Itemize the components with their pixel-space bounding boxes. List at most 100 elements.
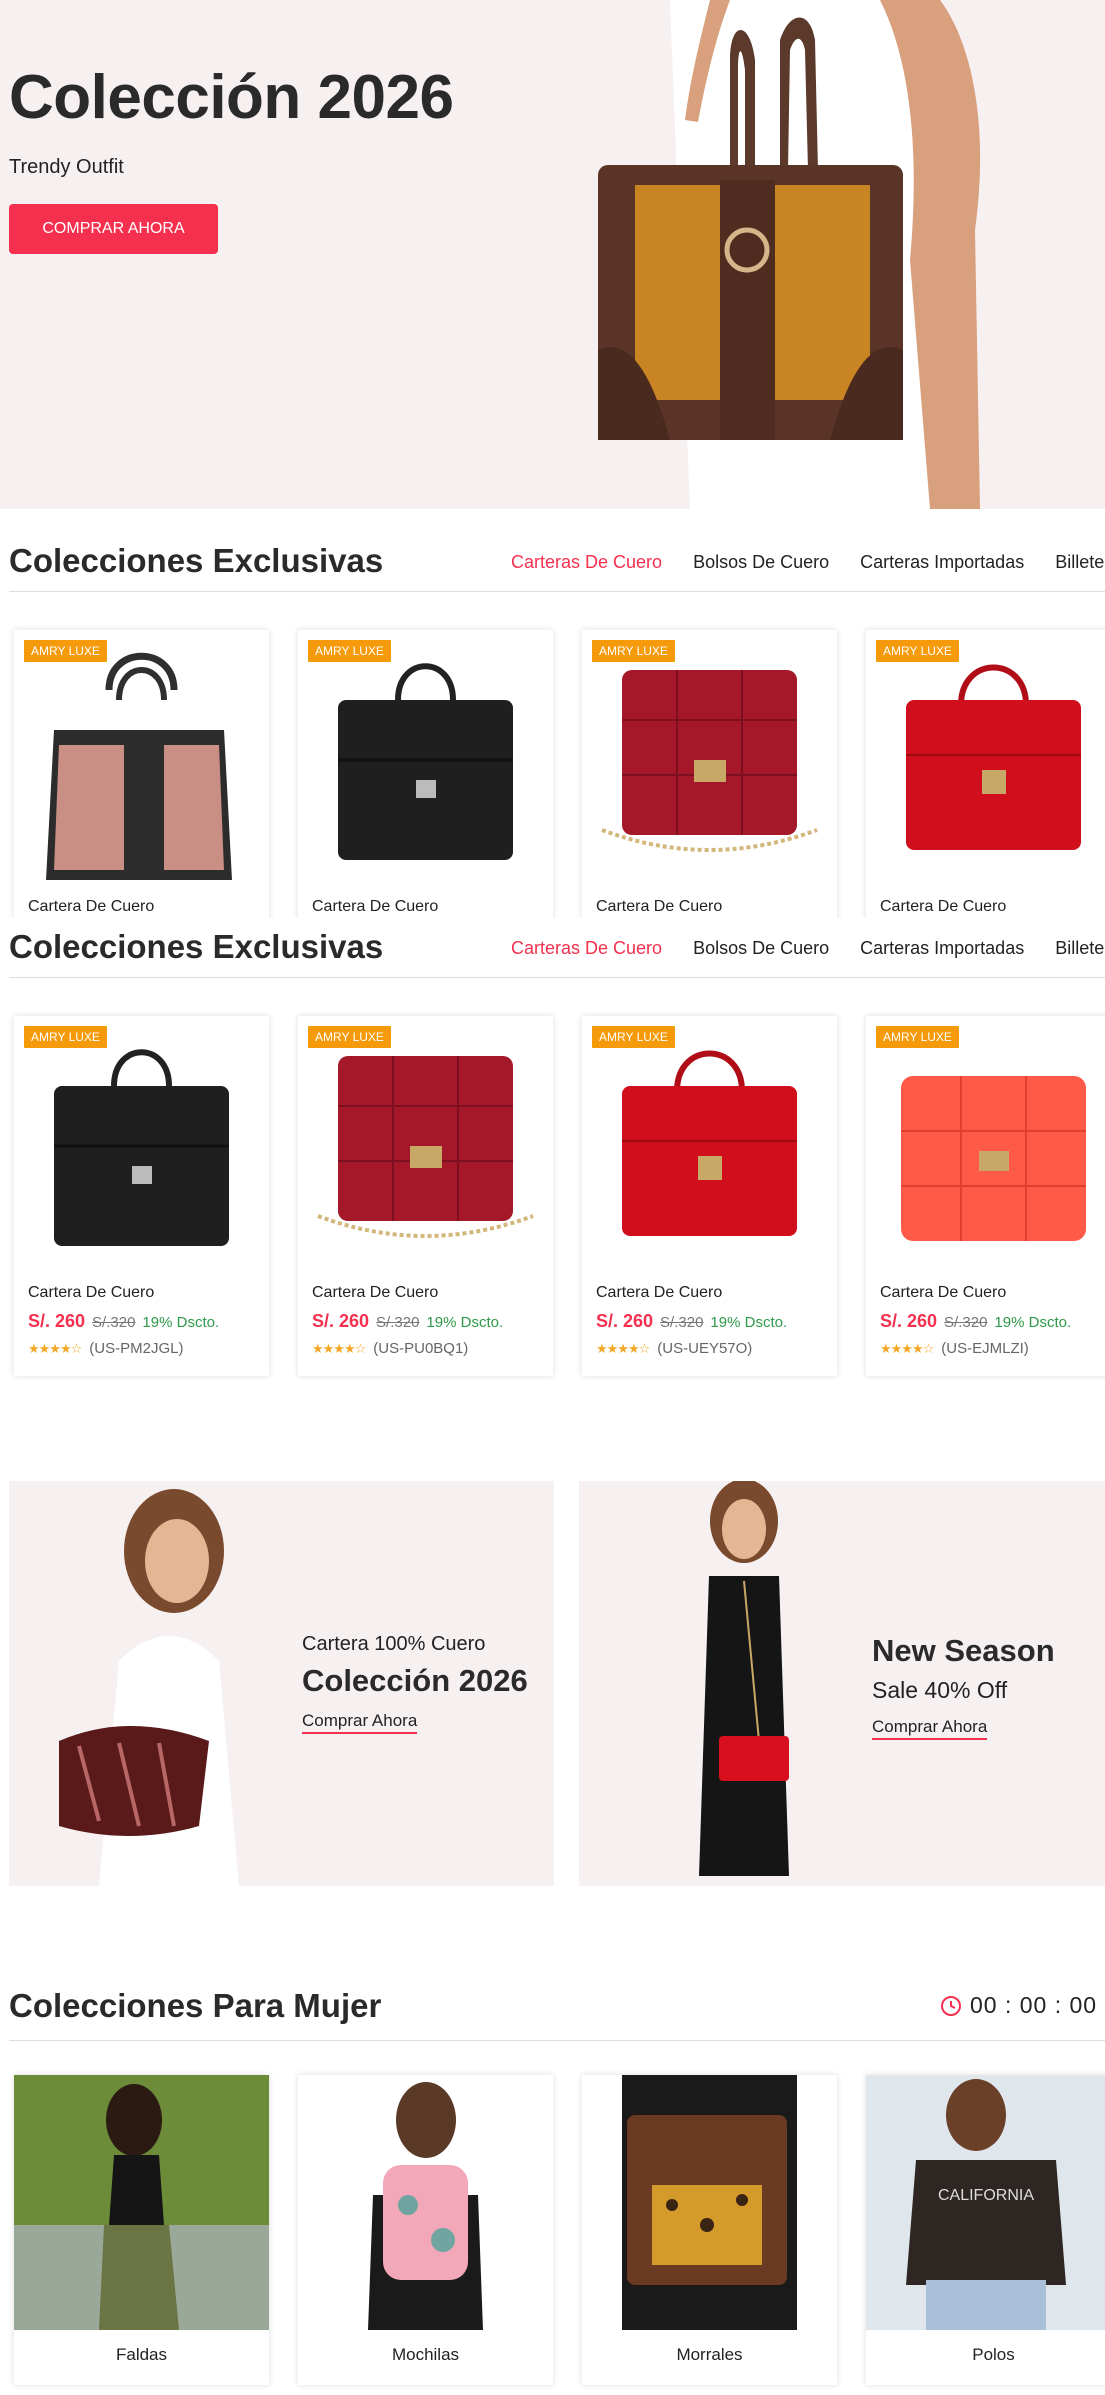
category-card-morrales[interactable]: Morrales xyxy=(582,2075,837,2385)
promo-title: New Season xyxy=(872,1633,1055,1668)
old-price: S/.320 xyxy=(376,1314,420,1331)
promo-subtitle: Sale 40% Off xyxy=(872,1677,1008,1703)
buy-now-button[interactable]: COMPRAR AHORA xyxy=(9,204,218,254)
tab-leather-purses[interactable]: Carteras De Cuero xyxy=(511,938,662,959)
tab-leather-purses[interactable]: Carteras De Cuero xyxy=(511,552,662,573)
product-name[interactable]: Cartera De Cuero xyxy=(28,1284,154,1302)
category-label[interactable]: Morrales xyxy=(582,2345,837,2365)
price: S/. 260 xyxy=(312,1311,370,1331)
countdown-value: 00 : 00 : 00 : 00 xyxy=(970,1992,1105,2018)
product-name[interactable]: Cartera De Cuero xyxy=(312,898,438,916)
sku: (US-PU0BQ1) xyxy=(373,1340,469,1357)
price-row: S/. 260 S/.320 19% Dscto. xyxy=(880,1311,1071,1332)
product-image xyxy=(622,1050,797,1236)
tab-wallets[interactable]: Billeteras xyxy=(1055,938,1105,959)
old-price: S/.320 xyxy=(92,1314,136,1331)
hero-title: Colección 2026 xyxy=(9,63,454,132)
brand-badge: AMRY LUXE xyxy=(308,1026,391,1048)
product-name[interactable]: Cartera De Cuero xyxy=(596,898,722,916)
shop-now-link[interactable]: Comprar Ahora xyxy=(872,1717,988,1740)
discount: 19% Dscto. xyxy=(710,1314,788,1331)
product-card[interactable]: AMRY LUXE Cartera De Cuero S/. 260 S/.32… xyxy=(298,1016,553,1376)
product-card[interactable]: AMRY LUXE Cartera De Cuero S/. 260 S/.32… xyxy=(866,1016,1105,1376)
product-image xyxy=(338,663,513,860)
product-card[interactable]: AMRY LUXE Cartera De Cuero xyxy=(866,630,1105,920)
product-card[interactable]: AMRY LUXE Cartera De Cuero xyxy=(582,630,837,920)
rating-row: ★★★★☆ (US-UEY57O) xyxy=(596,1340,752,1357)
product-image xyxy=(906,664,1081,850)
category-label[interactable]: Faldas xyxy=(14,2345,269,2365)
product-card[interactable]: AMRY LUXE Cartera De Cuero S/. 260 S/.32… xyxy=(582,1016,837,1376)
category-image xyxy=(14,2075,269,2330)
promo-subtitle: Cartera 100% Cuero xyxy=(302,1633,486,1655)
product-card[interactable]: AMRY LUXE Cartera De Cuero xyxy=(298,630,553,920)
product-image xyxy=(54,1049,229,1246)
promo-banner-collection[interactable]: Cartera 100% Cuero Colección 2026 Compra… xyxy=(9,1481,554,1886)
price: S/. 260 xyxy=(596,1311,654,1331)
brand-badge: AMRY LUXE xyxy=(876,640,959,662)
promo-model-image xyxy=(59,1489,239,1886)
product-name[interactable]: Cartera De Cuero xyxy=(880,1284,1006,1302)
clock-icon xyxy=(941,1995,961,2016)
brand-badge: AMRY LUXE xyxy=(876,1026,959,1048)
hero-model-image xyxy=(598,0,981,509)
tab-leather-bags[interactable]: Bolsos De Cuero xyxy=(693,552,829,573)
promo-title: Colección 2026 xyxy=(302,1663,528,1698)
price-row: S/. 260 S/.320 19% Dscto. xyxy=(28,1311,219,1332)
hero-subtitle: Trendy Outfit xyxy=(9,156,124,178)
section-title: Colecciones Para Mujer xyxy=(9,1987,382,2024)
tab-leather-bags[interactable]: Bolsos De Cuero xyxy=(693,938,829,959)
star-rating-icon: ★★★★☆ xyxy=(596,1340,650,1356)
category-card-mochilas[interactable]: Mochilas xyxy=(298,2075,553,2385)
brand-badge: AMRY LUXE xyxy=(308,640,391,662)
category-label[interactable]: Mochilas xyxy=(298,2345,553,2365)
product-name[interactable]: Cartera De Cuero xyxy=(312,1284,438,1302)
brand-badge: AMRY LUXE xyxy=(592,640,675,662)
price: S/. 260 xyxy=(880,1311,938,1331)
product-name[interactable]: Cartera De Cuero xyxy=(28,898,154,916)
svg-text:CALIFORNIA: CALIFORNIA xyxy=(938,2187,1034,2204)
star-rating-icon: ★★★★☆ xyxy=(28,1340,82,1356)
discount: 19% Dscto. xyxy=(426,1314,504,1331)
brand-badge: AMRY LUXE xyxy=(592,1026,675,1048)
product-card[interactable]: AMRY LUXE Cartera De Cuero S/. 260 S/.32… xyxy=(14,1016,269,1376)
category-tabs: Carteras De Cuero Bolsos De Cuero Carter… xyxy=(511,938,1105,959)
category-card-polos[interactable]: CALIFORNIA Polos xyxy=(866,2075,1105,2385)
rating-row: ★★★★☆ (US-EJMLZI) xyxy=(880,1340,1029,1357)
category-image xyxy=(582,2075,837,2330)
category-image: CALIFORNIA xyxy=(866,2075,1105,2330)
price: S/. 260 xyxy=(28,1311,86,1331)
star-rating-icon: ★★★★☆ xyxy=(312,1340,366,1356)
section-title: Colecciones Exclusivas xyxy=(9,542,384,579)
price-row: S/. 260 S/.320 19% Dscto. xyxy=(596,1311,787,1332)
product-image xyxy=(317,1056,534,1238)
sku: (US-PM2JGL) xyxy=(89,1340,184,1357)
brand-badge: AMRY LUXE xyxy=(24,640,107,662)
hero-banner: Colección 2026 Trendy Outfit COMPRAR AHO… xyxy=(0,0,1105,509)
sku: (US-UEY57O) xyxy=(657,1340,753,1357)
countdown-timer: 00 : 00 : 00 : 00 xyxy=(940,1992,1105,2019)
product-image xyxy=(901,1076,1086,1241)
old-price: S/.320 xyxy=(944,1314,988,1331)
category-card-faldas[interactable]: Faldas xyxy=(14,2075,269,2385)
exclusive-collections-header: Colecciones Exclusivas Carteras De Cuero… xyxy=(9,918,1105,978)
product-name[interactable]: Cartera De Cuero xyxy=(596,1284,722,1302)
product-name[interactable]: Cartera De Cuero xyxy=(880,898,1006,916)
tab-wallets[interactable]: Billeteras xyxy=(1055,552,1105,573)
tab-imported-purses[interactable]: Carteras Importadas xyxy=(860,938,1024,959)
promo-banner-new-season[interactable]: New Season Sale 40% Off Comprar Ahora xyxy=(579,1481,1105,1886)
tab-imported-purses[interactable]: Carteras Importadas xyxy=(860,552,1024,573)
brand-badge: AMRY LUXE xyxy=(24,1026,107,1048)
exclusive-collections-header: Colecciones Exclusivas Carteras De Cuero… xyxy=(9,532,1105,592)
product-image xyxy=(601,670,818,852)
product-card[interactable]: AMRY LUXE Cartera De Cuero xyxy=(14,630,269,920)
price-row: S/. 260 S/.320 19% Dscto. xyxy=(312,1311,503,1332)
product-image xyxy=(46,652,232,880)
category-image xyxy=(298,2075,553,2330)
shop-now-link[interactable]: Comprar Ahora xyxy=(302,1711,418,1734)
category-tabs: Carteras De Cuero Bolsos De Cuero Carter… xyxy=(511,552,1105,573)
category-label[interactable]: Polos xyxy=(866,2345,1105,2365)
promo-model-image xyxy=(699,1481,789,1876)
sku: (US-EJMLZI) xyxy=(941,1340,1029,1357)
rating-row: ★★★★☆ (US-PU0BQ1) xyxy=(312,1340,468,1357)
